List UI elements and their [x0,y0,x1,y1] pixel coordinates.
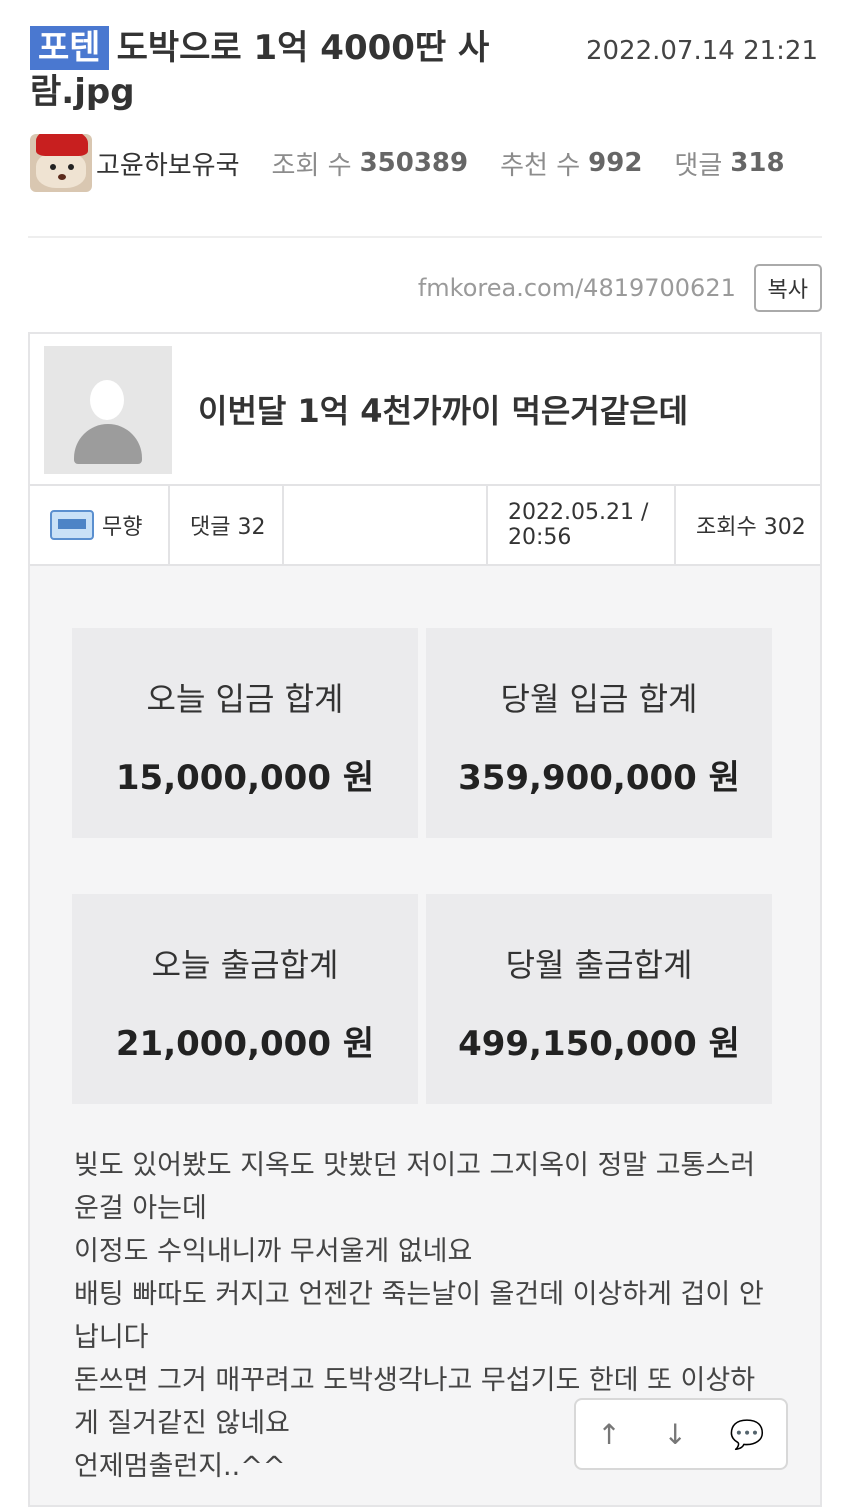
stat-value: 499,150,000 원 [458,1024,740,1064]
body-line: 빚도 있어봤도 지옥도 맛봤던 저이고 그지옥이 정말 고통스러 [74,1150,756,1181]
embedded-views: 조회수 302 [676,486,820,564]
copy-button[interactable]: 복사 [753,264,822,312]
info-spacer [284,486,488,564]
body-line: 운걸 아는데 [74,1193,207,1224]
recommend-count: 992 [588,148,643,178]
stat-value: 21,000,000 원 [115,1024,375,1064]
stat-month-withdraw: 당월 출금합계 499,150,000 원 [426,894,772,1104]
stat-today-withdraw: 오늘 출금합계 21,000,000 원 [72,894,418,1104]
floating-action-bar: ↑ ↓ 💬 [574,1398,788,1470]
embedded-author-name: 무향 [102,515,143,540]
comment-icon[interactable]: 💬 [730,1418,765,1451]
post-title: 포텐 도박으로 1억 4000딴 사람.jpg [30,26,550,114]
scroll-down-icon[interactable]: ↓ [664,1418,687,1451]
embedded-comments: 댓글 32 [170,486,284,564]
views-count: 350389 [359,148,469,178]
stat-month-deposit: 당월 입금 합계 359,900,000 원 [426,628,772,838]
post-url[interactable]: fmkorea.com/4819700621 [418,274,736,302]
stat-value: 15,000,000 원 [115,758,375,798]
embedded-datetime: 2022.05.21 / 20:56 [488,486,676,564]
comments-label: 댓글 [674,150,723,181]
embedded-author[interactable]: 무향 [30,486,170,564]
body-line: 배팅 빠따도 커지고 언젠간 죽는날이 올건데 이상하게 겁이 안 [74,1279,764,1310]
recommend-label: 추천 수 [500,150,581,181]
body-line: 납니다 [74,1322,149,1353]
avatar[interactable] [30,134,92,192]
category-badge[interactable]: 포텐 [30,26,109,70]
stat-value: 359,900,000 원 [458,758,740,798]
divider [28,236,822,238]
views-label: 조회 수 [271,150,352,181]
embedded-post-info: 무향 댓글 32 2022.05.21 / 20:56 조회수 302 [30,486,820,566]
post-date: 2022.07.14 21:21 [585,36,818,66]
embedded-comments-text: 댓글 32 [190,515,266,540]
embedded-post-title: 이번달 1억 4천가까이 먹은거같은데 [198,392,689,430]
level-icon [50,510,94,540]
embedded-views-text: 조회수 302 [696,515,806,540]
body-line: 돈쓰면 그거 매꾸려고 도박생각나고 무섭기도 한데 또 이상하 [74,1365,756,1396]
scroll-up-icon[interactable]: ↑ [597,1418,620,1451]
default-profile-icon [44,346,172,474]
body-line: 이정도 수익내니까 무서울게 없네요 [74,1236,473,1267]
stat-label: 당월 입금 합계 [500,680,698,718]
stat-label: 오늘 입금 합계 [146,680,344,718]
embedded-datetime-text: 2022.05.21 / 20:56 [508,500,649,550]
post-meta: 고윤하보유국 조회 수 350389 추천 수 992 댓글 318 [30,134,817,192]
embedded-post-header: 이번달 1억 4천가까이 먹은거같은데 [30,334,820,486]
stat-label: 오늘 출금합계 [151,946,339,984]
stat-today-deposit: 오늘 입금 합계 15,000,000 원 [72,628,418,838]
embedded-post-card: 이번달 1억 4천가까이 먹은거같은데 무향 댓글 32 2022.05.21 … [28,332,822,1507]
comments-count: 318 [730,148,785,178]
stat-label: 당월 출금합계 [505,946,693,984]
url-row: fmkorea.com/4819700621 복사 [0,264,822,312]
author-name[interactable]: 고윤하보유국 [96,145,240,182]
